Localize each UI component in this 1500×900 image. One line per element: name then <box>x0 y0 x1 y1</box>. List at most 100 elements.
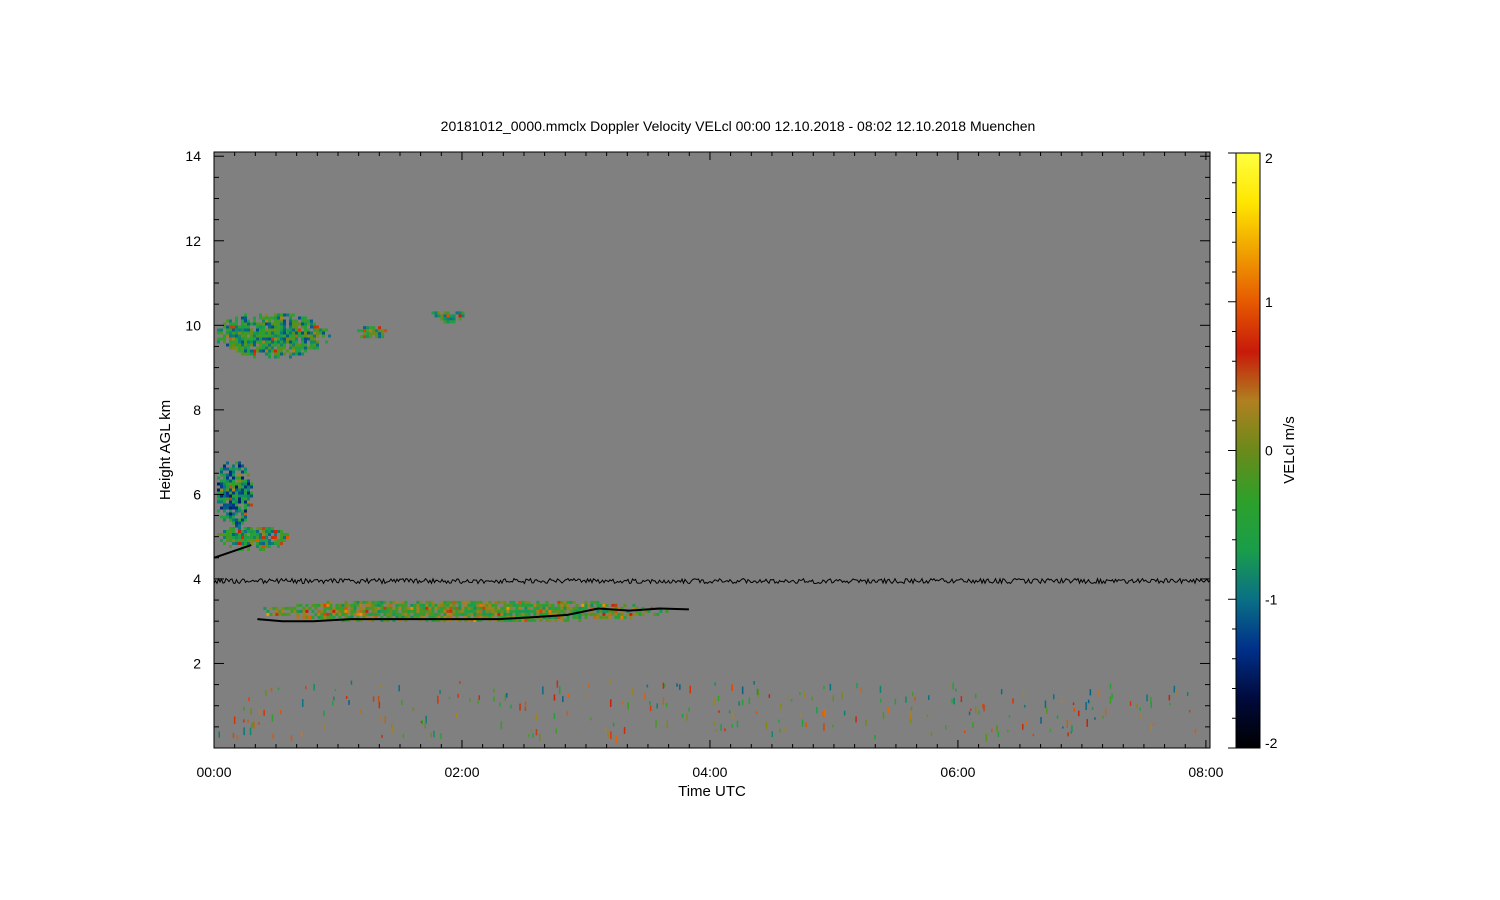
echo-cell <box>274 331 277 335</box>
echo-cell <box>226 328 229 332</box>
clutter-speckle <box>384 716 386 724</box>
echo-cell <box>281 612 285 616</box>
clutter-speckle <box>249 727 252 736</box>
echo-cell <box>271 349 274 353</box>
echo-cell <box>530 609 534 613</box>
echo-cell <box>229 500 232 504</box>
clutter-speckle <box>964 690 967 694</box>
clutter-speckle <box>277 687 280 691</box>
clutter-speckle <box>741 686 744 695</box>
echo-cell <box>378 332 382 336</box>
echo-cell <box>344 609 348 613</box>
echo-cell <box>229 470 232 474</box>
echo-cell <box>280 530 283 533</box>
clutter-speckle <box>1078 710 1080 717</box>
clutter-speckle <box>1109 683 1112 689</box>
echo-cell <box>217 509 220 513</box>
echo-cell <box>226 479 229 483</box>
clutter-speckle <box>555 728 557 734</box>
echo-cell <box>332 606 336 610</box>
echo-cell <box>229 488 232 492</box>
echo-cell <box>295 334 298 338</box>
echo-cell <box>247 343 250 347</box>
echo-cell <box>599 609 603 613</box>
clutter-speckle <box>1139 707 1141 711</box>
echo-cell <box>350 609 354 613</box>
echo-cell <box>482 603 486 607</box>
clutter-speckle <box>493 696 495 702</box>
clutter-speckle <box>996 724 998 732</box>
clutter-speckle <box>888 707 890 713</box>
echo-cell <box>341 612 345 616</box>
echo-cell <box>247 322 250 326</box>
clutter-speckle <box>656 703 658 709</box>
echo-cell <box>271 328 274 332</box>
echo-cell <box>229 346 232 350</box>
echo-cell <box>265 530 268 533</box>
echo-cell <box>509 600 513 604</box>
y-tick-label: 8 <box>193 402 201 418</box>
echo-cell <box>244 313 247 317</box>
echo-cell <box>295 349 298 353</box>
echo-cell <box>277 539 280 542</box>
echo-cell <box>360 335 364 339</box>
echo-cell <box>244 512 247 516</box>
echo-cell <box>280 542 283 545</box>
echo-cell <box>235 485 238 489</box>
echo-cell <box>301 334 304 338</box>
echo-cell <box>449 603 453 607</box>
echo-cell <box>614 615 618 619</box>
echo-cell <box>262 530 265 533</box>
echo-cell <box>548 609 552 613</box>
echo-cell <box>359 606 363 610</box>
echo-cell <box>250 482 253 486</box>
echo-cell <box>241 316 244 320</box>
echo-cell <box>277 325 280 329</box>
echo-cell <box>277 349 280 353</box>
echo-cell <box>362 606 366 610</box>
echo-cell <box>286 331 289 335</box>
echo-cell <box>271 340 274 344</box>
clutter-speckle <box>1175 690 1177 696</box>
echo-cell <box>235 328 238 332</box>
echo-cell <box>539 612 543 616</box>
echo-cell <box>314 606 318 610</box>
clutter-speckle <box>715 729 717 732</box>
echo-cell <box>220 497 223 501</box>
echo-cell <box>262 527 265 530</box>
echo-cell <box>247 340 250 344</box>
clutter-speckle <box>665 703 668 708</box>
echo-cell <box>401 603 405 607</box>
echo-cell <box>217 331 220 335</box>
echo-cell <box>259 337 262 341</box>
echo-cell <box>362 612 366 616</box>
echo-cell <box>527 618 531 622</box>
echo-cell <box>410 609 414 613</box>
echo-cell <box>329 612 333 616</box>
echo-cell <box>281 609 285 613</box>
echo-cell <box>262 316 265 320</box>
echo-cell <box>229 334 232 338</box>
clutter-speckle <box>997 731 1000 738</box>
echo-cell <box>347 609 351 613</box>
echo-cell <box>241 334 244 338</box>
echo-cell <box>596 609 600 613</box>
clutter-speckle <box>530 729 533 732</box>
echo-cell <box>229 497 232 501</box>
echo-cell <box>253 536 256 539</box>
echo-cell <box>250 485 253 489</box>
echo-cell <box>365 612 369 616</box>
echo-cell <box>566 606 570 610</box>
echo-cell <box>401 606 405 610</box>
clutter-speckle <box>251 722 253 728</box>
echo-cell <box>608 615 612 619</box>
echo-cell <box>377 606 381 610</box>
echo-cell <box>235 461 238 465</box>
echo-cell <box>371 603 375 607</box>
echo-cell <box>232 340 235 344</box>
echo-cell <box>357 329 361 333</box>
echo-cell <box>326 603 330 607</box>
echo-cell <box>247 500 250 504</box>
echo-cell <box>512 600 516 604</box>
echo-cell <box>229 539 232 542</box>
